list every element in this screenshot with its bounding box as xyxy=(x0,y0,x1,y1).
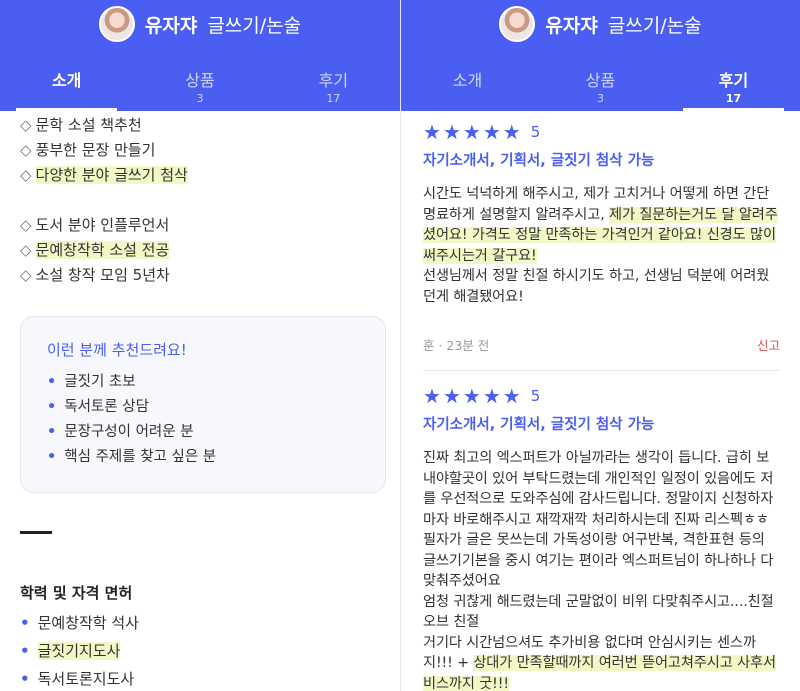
list-item: • 독서토론 상담 xyxy=(47,399,149,415)
tab-reviews[interactable]: 후기 17 xyxy=(667,70,800,111)
star-icon: ★ xyxy=(442,120,461,144)
tab-intro[interactable]: 소개 xyxy=(401,70,534,111)
recommend-title: 이런 분께 추천드려요! xyxy=(47,341,187,359)
tab-products[interactable]: 상품 3 xyxy=(534,70,667,111)
star-icon: ★ xyxy=(482,384,501,408)
list-item: • 글짓기 초보 xyxy=(47,374,136,390)
tab-label: 상품 xyxy=(585,71,616,90)
diamond-icon: ◇ xyxy=(20,141,32,159)
bullet-icon: • xyxy=(47,424,57,440)
review-body: 시간도 넉넉하게 해주시고, 제가 고치거나 어떻게 하면 간단 명료하게 설명… xyxy=(423,186,778,305)
list-item: ◇ 소설 창작 모임 5년차 xyxy=(20,266,170,284)
review-body: 진짜 최고의 엑스퍼트가 아닐까라는 생각이 듭니다. 급히 보내야할곳이 있어… xyxy=(423,450,776,691)
tab-reviews[interactable]: 후기 17 xyxy=(267,70,400,111)
list-item: • 문장구성이 어려운 분 xyxy=(47,424,194,440)
review-author: 훈 · 23분 전 xyxy=(423,338,490,353)
star-icon: ★ xyxy=(502,384,521,408)
list-item: • 핵심 주제를 찾고 싶은 분 xyxy=(47,449,217,465)
recommend-list: • 글짓기 초보 • 독서토론 상담 • 문장구성이 어려운 분 • 핵심 주제를 찾고… xyxy=(47,370,363,470)
report-button[interactable]: 신고 xyxy=(757,335,780,354)
tab-bar: 소개 상품 3 후기 17 xyxy=(0,70,400,111)
star-icon: ★ xyxy=(423,120,441,144)
profile[interactable]: 유자쟈 글쓰기/논술 xyxy=(401,6,800,42)
list-item: ◇ 도서 분야 인플루언서 xyxy=(20,216,170,234)
star-icon: ★ xyxy=(482,120,501,144)
tab-intro[interactable]: 소개 xyxy=(0,70,133,111)
bullet-icon: • xyxy=(20,614,30,632)
bullet-icon: • xyxy=(20,670,30,688)
header: 유자쟈 글쓰기/논술 소개 상품 3 후기 17 xyxy=(0,0,400,111)
tab-label: 소개 xyxy=(51,71,82,90)
list-item: • 문예창작학 석사 xyxy=(20,614,139,632)
star-icon: ★ xyxy=(502,120,521,144)
list-item: ◇ 다양한 분야 글쓰기 첨삭 xyxy=(20,166,188,184)
diamond-icon: ◇ xyxy=(20,166,32,184)
certs-title: 학력 및 자격 면허 xyxy=(20,584,133,602)
review-card: ★ ★ ★ ★ ★ 5 자기소개서, 기획서, 글짓기 첨삭 가능 시간도 넉넉… xyxy=(401,111,800,354)
intro-panel: 유자쟈 글쓰기/논술 소개 상품 3 후기 17 ◇ 문학 소설 책추천 ◇ 풍부한… xyxy=(0,0,400,691)
diamond-icon: ◇ xyxy=(20,116,32,134)
star-icon: ★ xyxy=(462,120,481,144)
review-product[interactable]: 자기소개서, 기획서, 글짓기 첨삭 가능 xyxy=(423,149,780,170)
bullet-icon: • xyxy=(47,399,57,415)
star-icon: ★ xyxy=(442,384,461,408)
star-rating: ★ ★ ★ ★ ★ 5 xyxy=(423,383,780,409)
bullet-icon: • xyxy=(47,449,57,465)
tab-count: 17 xyxy=(326,92,341,105)
intro-list-2: ◇ 도서 분야 인플루언서 ◇ 문예창작학 소설 전공 ◇ 소설 창작 모임 5년차 xyxy=(20,213,380,288)
rating-score: 5 xyxy=(530,123,541,141)
rating-score: 5 xyxy=(530,387,541,405)
review-meta: 훈 · 23분 전 신고 xyxy=(423,335,780,354)
list-item: ◇ 풍부한 문장 만들기 xyxy=(20,141,156,159)
tab-label: 상품 xyxy=(185,71,215,90)
tab-count: 3 xyxy=(196,92,204,105)
list-item: ◇ 문예창작학 소설 전공 xyxy=(20,241,170,259)
star-icon: ★ xyxy=(462,384,481,408)
profile[interactable]: 유자쟈 글쓰기/논술 xyxy=(0,6,400,42)
profile-name: 유자쟈 xyxy=(144,14,198,37)
review-card: ★ ★ ★ ★ ★ 5 자기소개서, 기획서, 글짓기 첨삭 가능 진짜 최고의… xyxy=(401,371,800,691)
diamond-icon: ◇ xyxy=(20,216,32,234)
profile-category: 글쓰기/논술 xyxy=(607,14,702,37)
section-divider xyxy=(20,531,52,534)
star-rating: ★ ★ ★ ★ ★ 5 xyxy=(423,119,780,145)
intro-content: ◇ 문학 소설 책추천 ◇ 풍부한 문장 만들기 ◇ 다양한 분야 글쓰기 첨삭 ◇ 도… xyxy=(0,113,400,691)
header: 유자쟈 글쓰기/논술 소개 상품 3 후기 17 xyxy=(401,0,800,111)
tab-label: 후기 xyxy=(718,71,749,90)
tab-label: 소개 xyxy=(452,71,483,90)
list-item: • 독서토론지도사 xyxy=(20,670,135,688)
intro-list-1: ◇ 문학 소설 책추천 ◇ 풍부한 문장 만들기 ◇ 다양한 분야 글쓰기 첨삭 xyxy=(20,113,380,188)
list-item: ◇ 문학 소설 책추천 xyxy=(20,116,142,134)
certs-list: • 문예창작학 석사 • 글짓기지도사 • 독서토론지도사 xyxy=(20,609,380,691)
reviews-panel: 유자쟈 글쓰기/논술 소개 상품 3 후기 17 ★ ★ ★ ★ ★ 5 자기소… xyxy=(401,0,800,691)
tab-count: 3 xyxy=(597,92,604,105)
diamond-icon: ◇ xyxy=(20,241,32,259)
tab-label: 후기 xyxy=(318,71,349,90)
bullet-icon: • xyxy=(47,374,57,390)
profile-name: 유자쟈 xyxy=(545,14,598,37)
diamond-icon: ◇ xyxy=(20,266,32,284)
star-icon: ★ xyxy=(423,384,441,408)
profile-category: 글쓰기/논술 xyxy=(207,14,302,37)
tab-bar: 소개 상품 3 후기 17 xyxy=(401,70,800,111)
review-product[interactable]: 자기소개서, 기획서, 글짓기 첨삭 가능 xyxy=(423,413,780,434)
tab-count: 17 xyxy=(725,92,742,105)
recommend-box: 이런 분께 추천드려요! • 글짓기 초보 • 독서토론 상담 • 문장구성이 어려운… xyxy=(20,316,386,493)
bullet-icon: • xyxy=(20,642,30,660)
tab-products[interactable]: 상품 3 xyxy=(133,70,266,111)
avatar[interactable] xyxy=(98,6,135,42)
avatar[interactable] xyxy=(499,6,536,42)
list-item: • 글짓기지도사 xyxy=(20,642,121,660)
